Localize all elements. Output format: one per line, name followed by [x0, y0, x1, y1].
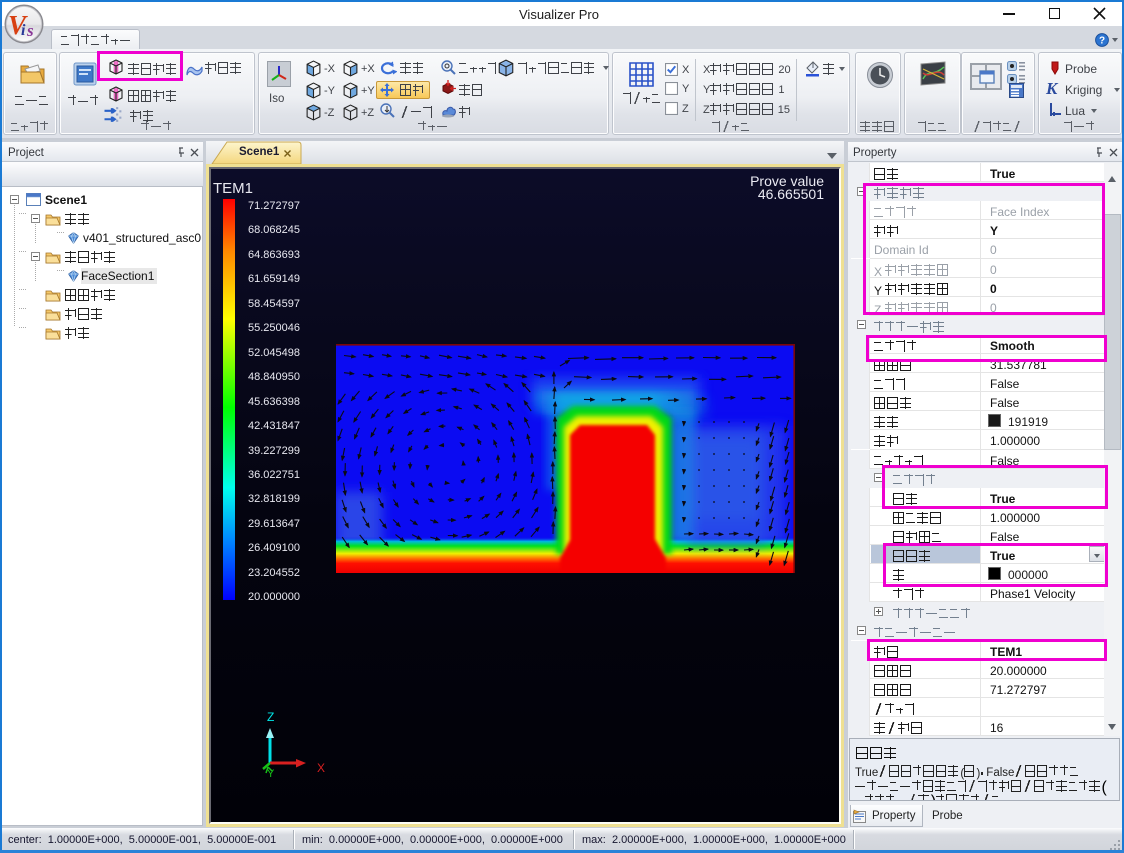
svg-text:s: s — [26, 21, 34, 40]
svg-text:i: i — [21, 22, 26, 39]
svg-text:X: X — [317, 761, 325, 775]
svg-text:Y: Y — [267, 768, 275, 780]
svg-text:Z: Z — [267, 710, 274, 724]
svg-text:?: ? — [1099, 36, 1105, 47]
